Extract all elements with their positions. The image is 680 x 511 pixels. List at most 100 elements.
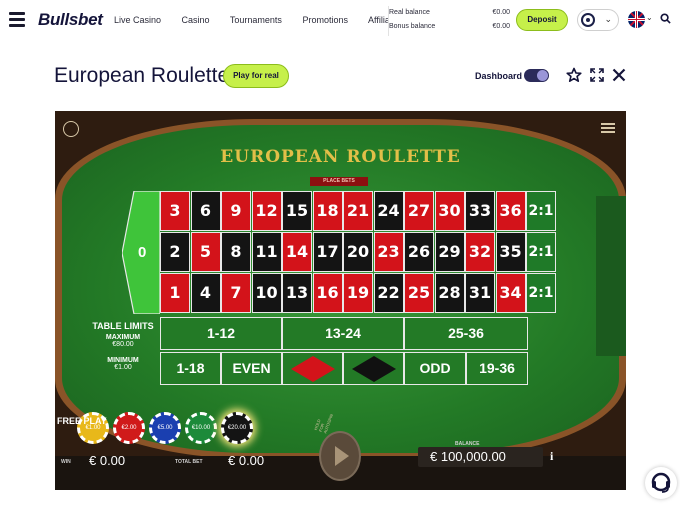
uk-flag-icon[interactable] [628,11,645,28]
search-icon[interactable] [660,13,671,24]
nav-casino[interactable]: Casino [182,15,210,25]
bet-even[interactable]: EVEN [221,352,282,385]
chip-5[interactable]: €20.00 [221,412,253,444]
brand-logo[interactable]: Bullsbet [38,10,103,30]
menu-icon[interactable] [9,12,25,27]
total-bet-value: € 0.00 [228,453,265,468]
page-title: European Roulette [54,64,230,87]
balances: Real balance €0.00 Bonus balance €0.00 [388,6,510,36]
nav-promotions[interactable]: Promotions [302,15,348,25]
number-cell-22[interactable]: 22 [373,273,404,313]
total-bet-label: TOTAL BET [175,459,203,465]
number-cell-26[interactable]: 26 [404,232,434,272]
number-cell-36[interactable]: 36 [495,191,526,231]
spin-button[interactable] [319,431,361,481]
profile-menu[interactable]: ⌄ [577,9,619,31]
number-cell-14[interactable]: 14 [282,232,312,272]
win-value: € 0.00 [89,453,126,468]
number-cell-23[interactable]: 23 [373,232,404,272]
nav-tournaments[interactable]: Tournaments [230,15,282,25]
info-icon[interactable]: i [550,449,553,464]
dashboard-label: Dashboard [475,71,523,81]
number-cell-30[interactable]: 30 [434,191,465,231]
number-cell-32[interactable]: 32 [465,232,495,272]
fullscreen-icon[interactable] [589,67,605,83]
number-cell-5[interactable]: 5 [190,232,221,272]
number-cell-18[interactable]: 18 [312,191,343,231]
bet-odd[interactable]: ODD [404,352,466,385]
number-cell-4[interactable]: 4 [190,273,221,313]
maximum-label: MAXIMUM [105,334,141,341]
number-cell-6[interactable]: 6 [190,191,221,231]
number-cell-3[interactable]: 3 [160,191,190,231]
star-icon[interactable] [566,67,582,83]
chip-3[interactable]: €5.00 [149,412,181,444]
real-balance-value: €0.00 [492,9,510,16]
maximum-value: €80.00 [112,341,134,348]
bonus-balance-label: Bonus balance [389,23,436,30]
real-balance-label: Real balance [389,9,430,16]
bonus-balance-value: €0.00 [492,23,510,30]
number-cell-27[interactable]: 27 [404,191,434,231]
number-cell-7[interactable]: 7 [221,273,251,313]
support-chat-button[interactable] [645,467,677,499]
number-cell-24[interactable]: 24 [373,191,404,231]
real-balance-row: Real balance €0.00 [389,6,510,20]
number-cell-29[interactable]: 29 [434,232,465,272]
nav-live-casino[interactable]: Live Casino [114,15,161,25]
number-cell-21[interactable]: 21 [343,191,373,231]
history-icon[interactable] [63,121,79,137]
dozen-1[interactable]: 1-12 [160,317,282,350]
bet-black[interactable] [343,352,404,385]
dozen-2[interactable]: 13-24 [282,317,404,350]
number-cell-19[interactable]: 19 [343,273,373,313]
bet-1-18[interactable]: 1-18 [160,352,221,385]
table-limits: TABLE LIMITS MAXIMUM €80.00 MINIMUM €1.0… [83,321,163,371]
number-cell-16[interactable]: 16 [312,273,343,313]
number-cell-34[interactable]: 34 [495,273,526,313]
number-cell-33[interactable]: 33 [465,191,495,231]
number-cell-31[interactable]: 31 [465,273,495,313]
dozen-3[interactable]: 25-36 [404,317,528,350]
number-cell-2[interactable]: 2 [160,232,190,272]
main-nav: Live Casino Casino Tournaments Promotion… [114,15,389,25]
chip-2[interactable]: €2.00 [113,412,145,444]
column-bet-2[interactable]: 2:1 [526,232,556,272]
minimum-value: €1.00 [114,364,132,371]
deposit-button[interactable]: Deposit [516,9,568,31]
side-panel [596,196,626,356]
nav-affiliates[interactable]: Affiliates [368,15,389,25]
column-bet-1[interactable]: 2:1 [526,191,556,231]
number-cell-20[interactable]: 20 [343,232,373,272]
number-cell-11[interactable]: 11 [251,232,282,272]
number-cell-17[interactable]: 17 [312,232,343,272]
place-bets-banner: PLACE BETS [310,177,368,186]
number-cell-12[interactable]: 12 [251,191,282,231]
number-cell-35[interactable]: 35 [495,232,526,272]
free-play-label: FREE PLAY [57,416,107,426]
number-cell-15[interactable]: 15 [282,191,312,231]
number-cell-28[interactable]: 28 [434,273,465,313]
bet-19-36[interactable]: 19-36 [466,352,528,385]
chip-4[interactable]: €10.00 [185,412,217,444]
avatar-icon [581,13,595,27]
game-menu-icon[interactable] [601,123,615,135]
dashboard-toggle[interactable] [524,69,549,82]
number-cell-25[interactable]: 25 [404,273,434,313]
balance-box: € 100,000.00 [418,447,543,467]
game-title: EUROPEAN ROULETTE [220,147,461,167]
column-bet-3[interactable]: 2:1 [526,273,556,313]
number-cell-10[interactable]: 10 [251,273,282,313]
language-chevron-icon[interactable]: ⌄ [646,13,653,22]
win-label: WIN [61,459,71,465]
top-bar: Bullsbet Live Casino Casino Tournaments … [0,0,680,40]
bet-red[interactable] [282,352,343,385]
number-cell-1[interactable]: 1 [160,273,190,313]
game-frame[interactable]: EUROPEAN ROULETTE PLACE BETS 0 3 6 9 12 15 18… [55,111,626,490]
close-icon[interactable] [611,67,627,83]
play-for-real-button[interactable]: Play for real [223,64,289,88]
number-cell-13[interactable]: 13 [282,273,312,313]
bonus-balance-row: Bonus balance €0.00 [389,20,510,34]
number-cell-9[interactable]: 9 [221,191,251,231]
number-cell-8[interactable]: 8 [221,232,251,272]
